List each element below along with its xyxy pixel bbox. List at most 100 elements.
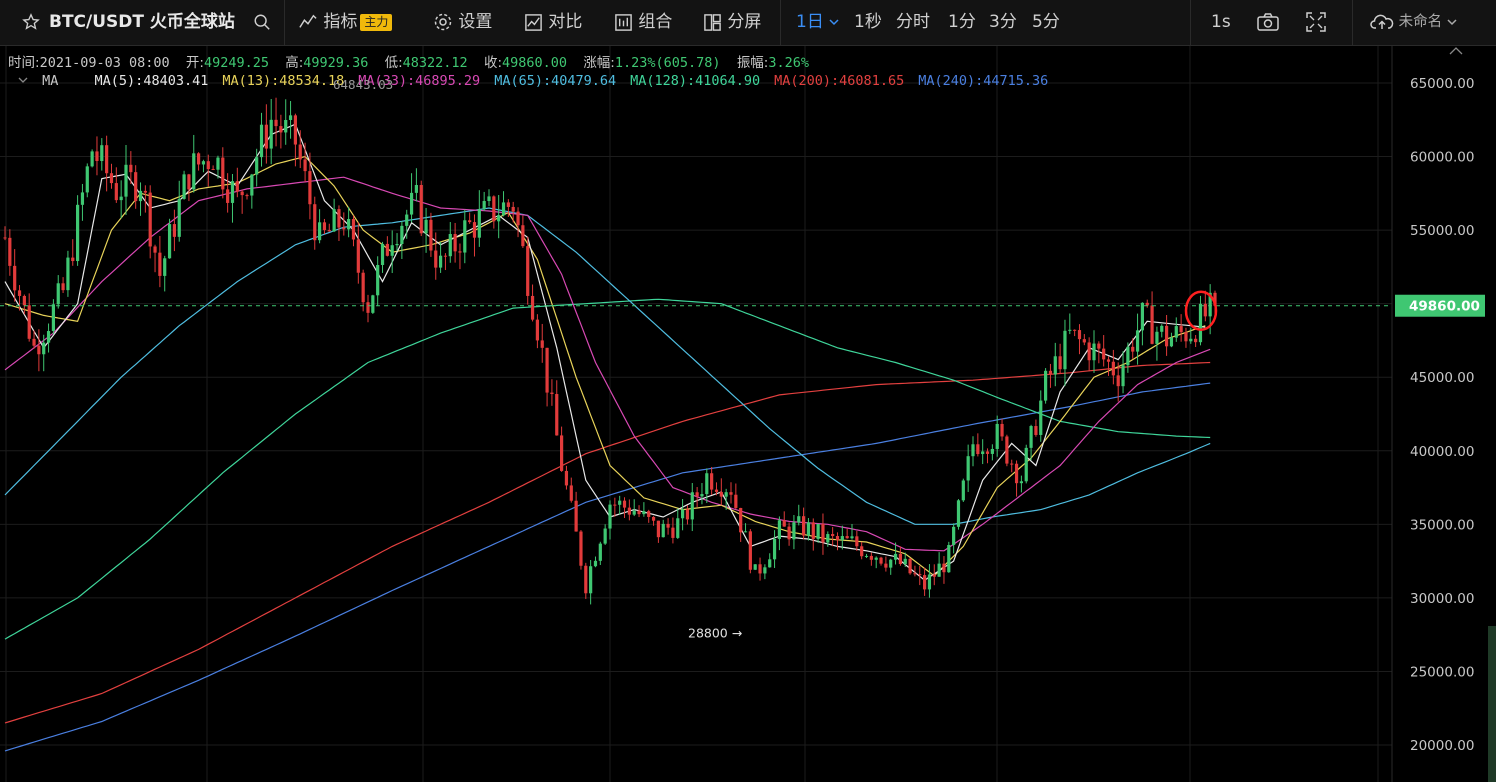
price-chart[interactable]: 65000.0060000.0055000.0050000.0045000.00… (0, 46, 1496, 782)
ma-legend[interactable]: MA MA(5):48403.41 MA(13):48534.18 MA(33):4… (18, 73, 1076, 89)
candle-body (976, 444, 980, 455)
price-axis-tick: 65000.00 (1410, 76, 1474, 92)
candle-body (627, 507, 631, 515)
candle-body (1010, 463, 1014, 465)
candle-body (966, 456, 970, 481)
chevron-down-icon (829, 19, 839, 26)
candle-body (472, 222, 477, 238)
candle-body (516, 211, 520, 226)
candle-body (710, 473, 714, 490)
moving-average-lines (4, 123, 1211, 752)
candle-body (739, 507, 743, 533)
interval-1d[interactable]: 1日 (796, 0, 839, 46)
candle-body (995, 423, 999, 449)
candle-body (956, 500, 961, 527)
price-axis-tick: 25000.00 (1410, 664, 1474, 680)
compare-chart-icon (525, 13, 542, 31)
candle-body (506, 202, 510, 207)
candle-body (526, 246, 530, 296)
candle-body (90, 151, 94, 167)
candle-body (1005, 436, 1009, 464)
interval-1s[interactable]: 1秒 (854, 0, 882, 46)
ma-legend-title: MA (42, 73, 59, 89)
settings-button[interactable]: 设置 (433, 0, 492, 46)
candle-body (221, 157, 225, 190)
candle-body (158, 252, 162, 276)
compare-button[interactable]: 对比 (524, 0, 582, 46)
candle-body (671, 527, 675, 538)
candle-body (240, 191, 244, 196)
candle-body (448, 234, 452, 257)
candle-body (284, 120, 288, 133)
symbol-title[interactable]: BTC/USDT 火币全球站 (49, 0, 235, 46)
candle-body (893, 553, 898, 560)
candle-body (487, 196, 491, 202)
candle-body (1082, 339, 1086, 343)
candle-body (1184, 332, 1188, 342)
candle-body (1024, 447, 1028, 482)
candle-body (569, 485, 573, 501)
candle-body (826, 534, 830, 543)
candle-body (1155, 331, 1159, 344)
candle-body (1111, 361, 1115, 376)
indicators-button[interactable]: 指标 主力 (298, 0, 393, 46)
candle-body (361, 272, 365, 303)
interval-3m[interactable]: 3分 (989, 0, 1017, 46)
candle-body (37, 345, 41, 355)
candle-body (1194, 338, 1198, 343)
candle-body (603, 528, 607, 544)
candle-body (589, 566, 593, 594)
candle-body (259, 124, 264, 158)
top-toolbar: BTC/USDT 火币全球站 指标 主力 设置 对比 组合 分屏 1日 1秒 分时… (0, 0, 1496, 46)
candle-body (85, 166, 89, 193)
interval-timeline[interactable]: 分时 (896, 0, 930, 46)
candle-body (1198, 303, 1203, 343)
candle-body (395, 243, 399, 246)
candle-body (124, 164, 128, 197)
split-screen-button[interactable]: 分屏 (703, 0, 761, 46)
candle-body (293, 115, 297, 145)
candle-body (845, 536, 849, 539)
candle-body (545, 347, 549, 393)
combine-button[interactable]: 组合 (614, 0, 672, 46)
ma-legend-item: MA(65):40479.64 (494, 73, 617, 89)
candle-body (511, 206, 515, 212)
interval-1m[interactable]: 1分 (948, 0, 976, 46)
candle-body (797, 516, 801, 523)
replay-1s-button[interactable]: 1s (1211, 0, 1231, 46)
candle-body (700, 494, 704, 497)
candle-body (884, 563, 888, 568)
candle-body (105, 145, 109, 174)
price-axis-tick: 30000.00 (1410, 591, 1474, 607)
candle-body (337, 209, 341, 228)
interval-5m[interactable]: 5分 (1032, 0, 1060, 46)
candle-body (114, 183, 118, 201)
candle-body (192, 153, 196, 190)
fullscreen-icon[interactable] (1305, 0, 1327, 46)
last-price-label: 49860.00 (1409, 299, 1480, 315)
candle-body (768, 559, 772, 568)
ma-legend-item: MA(200):46081.65 (774, 73, 905, 89)
amplitude-value: 3.26% (768, 55, 810, 71)
candle-body (618, 500, 622, 505)
ma-line (4, 298, 1211, 640)
candle-body (913, 573, 917, 575)
candle-body (681, 509, 685, 519)
candle-body (226, 189, 230, 203)
candle-body (1150, 305, 1154, 344)
candle-body (792, 522, 796, 540)
favorite-star-icon[interactable] (22, 0, 40, 46)
candle-body (666, 523, 670, 528)
price-axis-tick: 20000.00 (1410, 738, 1474, 754)
candle-body (574, 500, 578, 532)
save-layout-button[interactable]: 未命名 (1370, 0, 1457, 46)
candle-body (923, 575, 927, 590)
candle-body (409, 192, 414, 215)
candle-body (579, 531, 583, 566)
split-screen-icon (704, 13, 721, 31)
candle-body (187, 174, 191, 190)
gear-icon (434, 13, 452, 31)
search-icon[interactable] (253, 0, 271, 46)
ma-legend-item: MA(5):48403.41 (94, 73, 209, 89)
camera-icon[interactable] (1256, 0, 1280, 46)
